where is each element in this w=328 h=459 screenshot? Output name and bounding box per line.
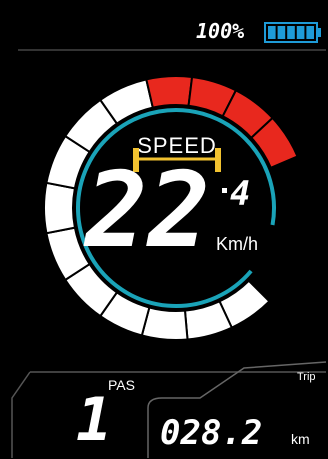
speed-gauge-segment — [43, 181, 77, 235]
trip-value: 028.2 — [160, 413, 262, 453]
speed-gauge-segment — [145, 75, 194, 109]
display-canvas: 100% SPEED 22 4 Km/h PAS 1 Trip 028.2 km — [11, 19, 327, 458]
bottom-panel: PAS 1 Trip 028.2 km — [11, 361, 327, 458]
battery-icon — [264, 22, 321, 43]
battery-bar — [306, 26, 314, 39]
pas-level: 1 — [76, 385, 112, 455]
speed-decimal-point — [222, 188, 227, 193]
ebike-display-screen: 100% SPEED 22 4 Km/h PAS 1 Trip 028.2 km — [0, 0, 328, 459]
trip-label: Trip — [297, 371, 316, 383]
battery-percent: 100% — [196, 19, 244, 43]
speed-decimal: 4 — [230, 174, 250, 214]
speed-unit: Km/h — [216, 234, 258, 254]
battery-bar — [277, 26, 286, 39]
battery-status: 100% — [196, 19, 321, 43]
battery-bar — [296, 26, 305, 39]
battery-bar — [268, 26, 276, 39]
speed-integer: 22 — [83, 149, 210, 271]
battery-bar — [287, 26, 295, 39]
trip-unit: km — [291, 431, 310, 447]
